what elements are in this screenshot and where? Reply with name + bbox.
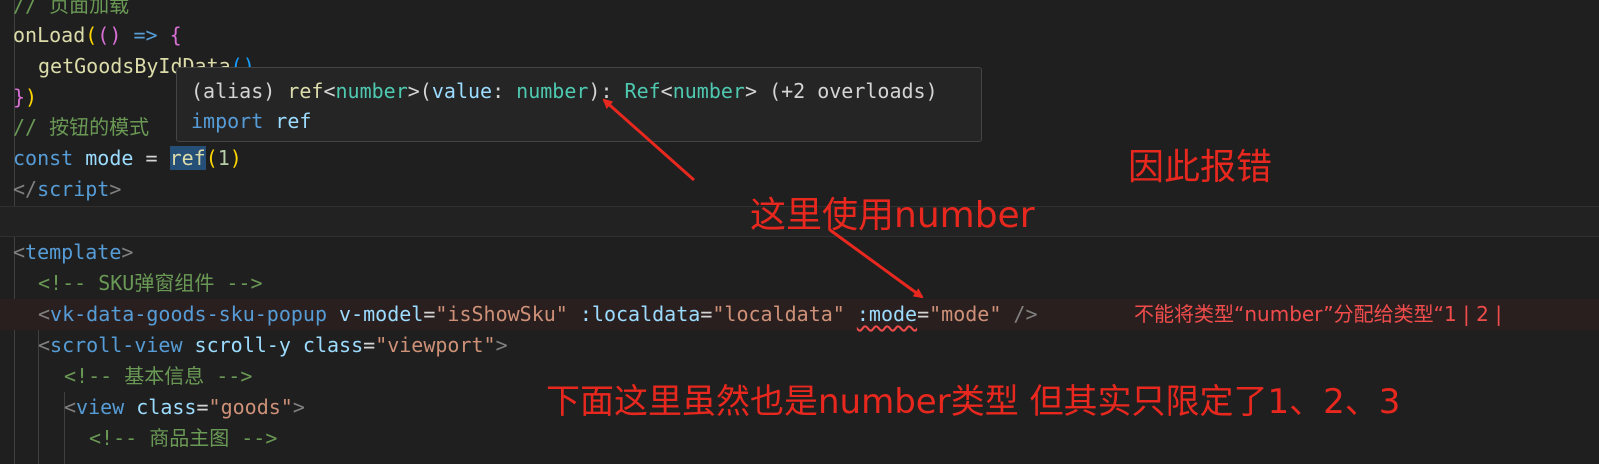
arrow-to-mode-attr: [829, 228, 924, 299]
annotation-explanation: 下面这里虽然也是number类型 但其实只限定了1、2、3: [546, 382, 1401, 422]
annotation-uses-number: 这里使用number: [750, 195, 1035, 236]
arrow-to-tooltip-number: [602, 98, 695, 182]
annotation-error-cause: 因此报错: [1128, 147, 1273, 188]
